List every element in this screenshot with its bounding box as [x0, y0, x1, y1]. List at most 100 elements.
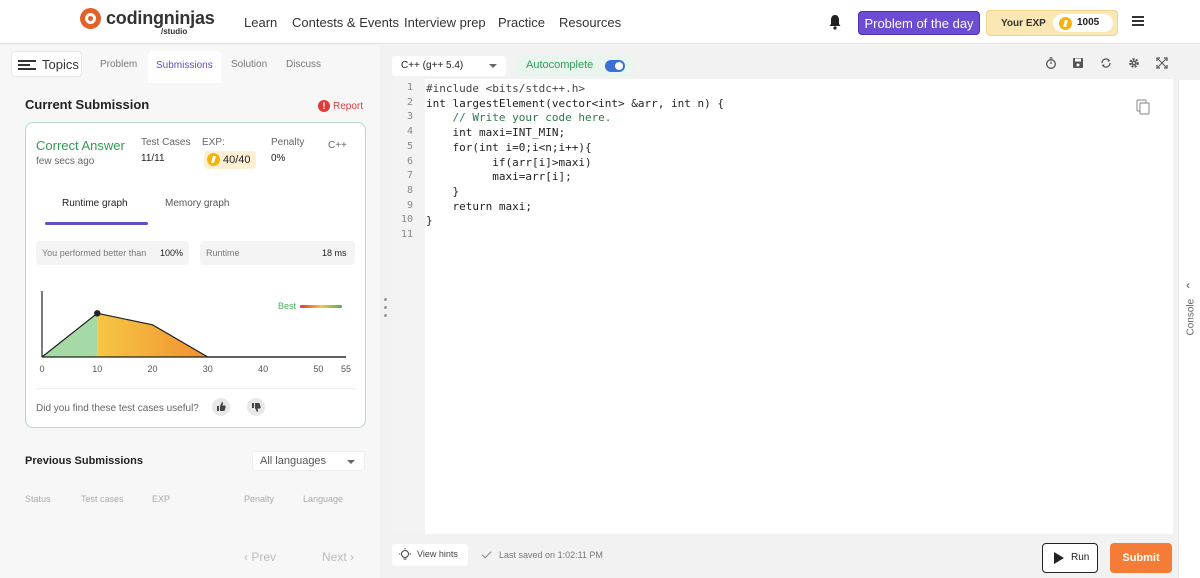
tab-submissions[interactable]: Submissions [148, 51, 221, 83]
next-page-button[interactable]: Next › [322, 550, 354, 564]
autocomplete-toggle[interactable] [605, 60, 625, 72]
nav-practice[interactable]: Practice [498, 15, 545, 30]
divider [36, 388, 356, 389]
run-label: Run [1071, 552, 1090, 563]
settings-icon[interactable] [1128, 57, 1140, 69]
chart-marker [94, 310, 101, 317]
copy-icon[interactable] [1136, 99, 1150, 115]
nav-resources[interactable]: Resources [559, 15, 621, 30]
exp-pill: 1005 [1053, 14, 1113, 32]
topics-button[interactable]: Topics [11, 51, 82, 77]
save-icon[interactable] [1072, 57, 1084, 69]
tab-discuss[interactable]: Discuss [286, 59, 321, 70]
logo-text[interactable]: codingninjas [106, 8, 215, 29]
line-number: 4 [406, 126, 413, 138]
runtime-label: Runtime [206, 248, 240, 258]
line-number: 8 [406, 184, 413, 196]
feedback-question: Did you find these test cases useful? [36, 403, 199, 414]
testcases-label: Test Cases [141, 137, 191, 148]
chart-tick-label: 30 [203, 364, 213, 373]
chart-legend-swatch [300, 305, 342, 308]
testcases-value: 11/11 [141, 153, 165, 164]
chevron-down-icon [489, 64, 497, 68]
chart-tick-label: 50 [313, 364, 323, 373]
console-toggle[interactable]: ‹ Console [1178, 80, 1200, 578]
chevron-left-icon: ‹ [1186, 278, 1190, 292]
thumbs-down-button[interactable] [247, 398, 265, 416]
topics-icon [18, 60, 36, 70]
last-saved-status: Last saved on 1:02:11 PM [481, 548, 603, 560]
code-line[interactable]: } [426, 185, 459, 198]
language-select-value: C++ (g++ 5.4) [401, 60, 464, 71]
menu-icon[interactable] [1132, 16, 1144, 26]
lightbulb-icon [399, 548, 411, 560]
col-exp: EXP [152, 494, 171, 504]
language-filter-select[interactable]: All languages [252, 451, 365, 471]
exp-value: 1005 [1077, 17, 1100, 28]
exp-label: Your EXP [1001, 18, 1046, 29]
view-hints-label: View hints [417, 549, 458, 559]
report-button[interactable]: ! Report [318, 100, 363, 112]
code-line[interactable]: int maxi=INT_MIN; [426, 126, 565, 139]
chevron-down-icon [347, 460, 355, 464]
check-icon [481, 548, 492, 559]
code-line[interactable]: if(arr[i]>maxi) [426, 156, 591, 169]
runtime-chart: 0102030405055Runtime (ms)Best [39, 291, 351, 373]
timer-icon[interactable] [1045, 57, 1057, 69]
logo-subtitle: /studio [161, 27, 188, 36]
line-number: 7 [406, 170, 413, 182]
view-hints-button[interactable]: View hints [392, 544, 468, 566]
better-than-value: 100% [160, 248, 184, 258]
code-line[interactable]: // Write your code here. [426, 111, 611, 124]
previous-submissions-title: Previous Submissions [25, 455, 143, 467]
topics-label: Topics [42, 57, 79, 72]
code-line[interactable]: #include <bits/stdc++.h> [426, 82, 585, 95]
code-editor[interactable]: 1 2 3 4 5 6 7 8 9 10 11 #include <bits/stdc++.h> in… [391, 79, 1173, 534]
line-number: 11 [400, 229, 413, 240]
tab-solution[interactable]: Solution [231, 59, 267, 70]
line-number: 9 [406, 199, 413, 211]
result-status: Correct Answer [36, 138, 125, 153]
exp-earned-value: 40/40 [223, 154, 251, 166]
run-button[interactable]: Run [1042, 543, 1098, 573]
submit-button[interactable]: Submit [1110, 543, 1172, 573]
code-line[interactable]: maxi=arr[i]; [426, 170, 571, 183]
chart-tick-label: 20 [148, 364, 158, 373]
panel-resize-handle[interactable] [384, 298, 388, 322]
code-line[interactable]: } [426, 214, 433, 227]
tab-memory-graph[interactable]: Memory graph [165, 198, 229, 209]
language-select[interactable]: C++ (g++ 5.4) [392, 56, 506, 76]
line-number: 6 [406, 155, 413, 167]
alert-icon: ! [318, 100, 330, 112]
code-line[interactable]: int largestElement(vector<int> &arr, int… [426, 97, 724, 110]
code-line[interactable]: return maxi; [426, 200, 531, 213]
reset-icon[interactable] [1100, 57, 1112, 69]
console-label: Console [1185, 298, 1197, 336]
code-line[interactable]: for(int i=0;i<n;i++){ [426, 141, 591, 154]
tab-runtime-graph[interactable]: Runtime graph [62, 198, 128, 209]
play-icon [1054, 552, 1064, 564]
result-time: few secs ago [36, 156, 95, 167]
line-number: 3 [406, 111, 413, 123]
submission-result-card: Correct Answer few secs ago Test Cases 1… [25, 122, 366, 428]
prev-page-button[interactable]: ‹ Prev [244, 550, 276, 564]
logo-icon[interactable] [80, 8, 101, 29]
nav-contests-events[interactable]: Contests & Events [292, 15, 399, 30]
problem-tabs: Topics Problem Submissions Solution Disc… [0, 45, 380, 83]
runtime-value: 18 ms [322, 248, 347, 258]
problem-of-the-day-button[interactable]: Problem of the day [858, 11, 980, 35]
fullscreen-icon[interactable] [1156, 57, 1168, 69]
thumbs-up-button[interactable] [212, 398, 230, 416]
bell-icon[interactable] [828, 14, 842, 30]
next-label: Next [322, 550, 347, 564]
last-saved-label: Last saved on [499, 550, 556, 560]
tab-problem[interactable]: Problem [100, 59, 137, 70]
penalty-value: 0% [271, 153, 286, 164]
current-submission-title: Current Submission [25, 97, 150, 112]
top-nav: codingninjas /studio Learn Contests & Ev… [0, 0, 1200, 44]
last-saved-time: 1:02:11 PM [557, 550, 603, 560]
active-tab-indicator [45, 222, 148, 225]
nav-learn[interactable]: Learn [244, 15, 277, 30]
exp-widget[interactable]: Your EXP 1005 [986, 10, 1118, 36]
nav-interview-prep[interactable]: Interview prep [404, 15, 486, 30]
